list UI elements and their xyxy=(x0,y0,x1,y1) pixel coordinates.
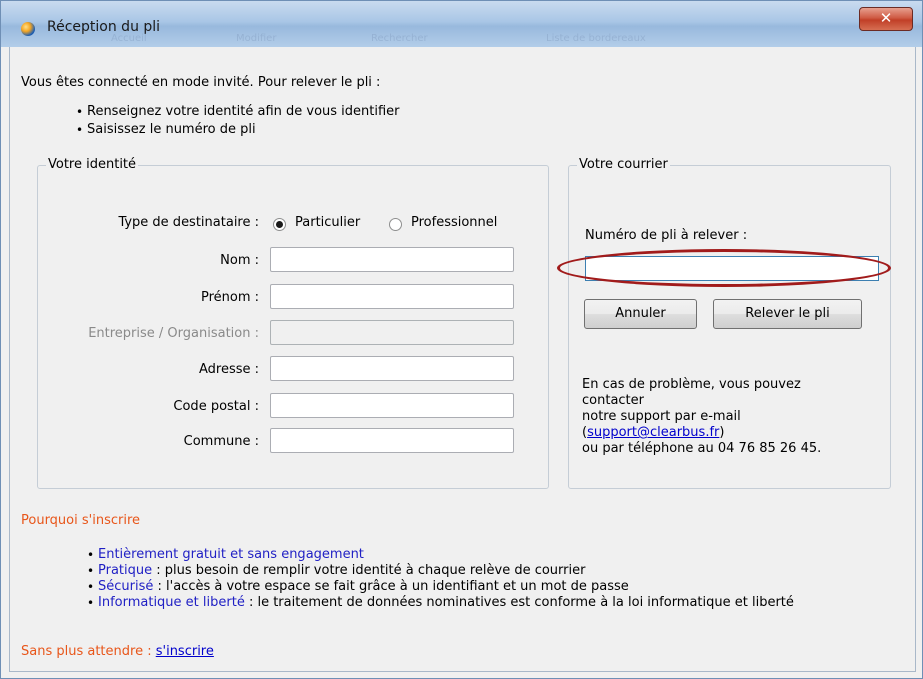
entreprise-input xyxy=(270,320,514,345)
commune-label: Commune : xyxy=(183,434,259,449)
title-bar[interactable]: Réception du pli Accueil Modifier Recher… xyxy=(1,1,922,47)
cancel-button[interactable]: Annuler xyxy=(584,299,697,329)
close-button[interactable]: ✕ xyxy=(859,7,913,31)
adresse-input[interactable] xyxy=(270,356,514,381)
radio-particulier[interactable] xyxy=(273,218,286,231)
entreprise-label: Entreprise / Organisation : xyxy=(88,326,259,341)
recipient-type-label: Type de destinataire : xyxy=(118,215,259,230)
intro-bullet: Saisissez le numéro de pli xyxy=(87,121,400,139)
footer-prefix: Sans plus attendre : xyxy=(21,644,156,659)
support-help-text: En cas de problème, vous pouvez contacte… xyxy=(582,377,821,457)
background-tab-2: Modifier xyxy=(236,33,277,44)
prenom-label: Prénom : xyxy=(200,290,259,305)
why-register-item: Sécurisé : l'accès à votre espace se fai… xyxy=(98,579,794,595)
identity-legend: Votre identité xyxy=(46,157,139,172)
radio-particulier-label[interactable]: Particulier xyxy=(295,215,360,230)
intro-bullet: Renseignez votre identité afin de vous i… xyxy=(87,103,400,121)
mail-legend: Votre courrier xyxy=(577,157,670,172)
pli-number-label: Numéro de pli à relever : xyxy=(585,228,748,243)
dialog-window: Réception du pli Accueil Modifier Recher… xyxy=(0,0,923,679)
help-line: notre support par e-mail xyxy=(582,409,741,424)
help-line: contacter xyxy=(582,393,644,408)
nom-input[interactable] xyxy=(270,247,514,272)
close-icon: ✕ xyxy=(879,9,893,27)
why-register-item: Pratique : plus besoin de remplir votre … xyxy=(98,563,794,579)
code-postal-label: Code postal : xyxy=(173,399,259,414)
help-line: ou par téléphone au 04 76 85 26 45. xyxy=(582,441,822,456)
radio-professionnel-label[interactable]: Professionnel xyxy=(411,215,497,230)
why-register-title: Pourquoi s'inscrire xyxy=(21,513,141,528)
code-postal-input[interactable] xyxy=(270,393,514,418)
prenom-input[interactable] xyxy=(270,284,514,309)
commune-input[interactable] xyxy=(270,428,514,453)
pli-number-input[interactable] xyxy=(585,256,879,281)
nom-label: Nom : xyxy=(220,253,259,268)
background-tab-4: Liste de bordereaux xyxy=(546,33,646,44)
intro-text: Vous êtes connecté en mode invité. Pour … xyxy=(21,75,381,90)
adresse-label: Adresse : xyxy=(198,362,259,377)
register-link[interactable]: s'inscrire xyxy=(156,644,214,659)
why-register-item: Entièrement gratuit et sans engagement xyxy=(98,547,794,563)
help-email-line: (support@clearbus.fr) xyxy=(582,425,725,440)
help-line: En cas de problème, vous pouvez xyxy=(582,377,801,392)
why-register-list: Entièrement gratuit et sans engagement P… xyxy=(98,547,794,611)
support-email-link[interactable]: support@clearbus.fr xyxy=(587,425,719,440)
intro-bullets: Renseignez votre identité afin de vous i… xyxy=(87,103,400,139)
why-register-item: Informatique et liberté : le traitement … xyxy=(98,595,794,611)
app-icon xyxy=(21,22,35,36)
relever-pli-button[interactable]: Relever le pli xyxy=(713,299,862,329)
footer-cta: Sans plus attendre : s'inscrire xyxy=(21,644,214,659)
background-tab-3: Rechercher xyxy=(371,33,428,44)
radio-professionnel[interactable] xyxy=(389,218,402,231)
background-tab-1: Accueil xyxy=(111,33,147,44)
